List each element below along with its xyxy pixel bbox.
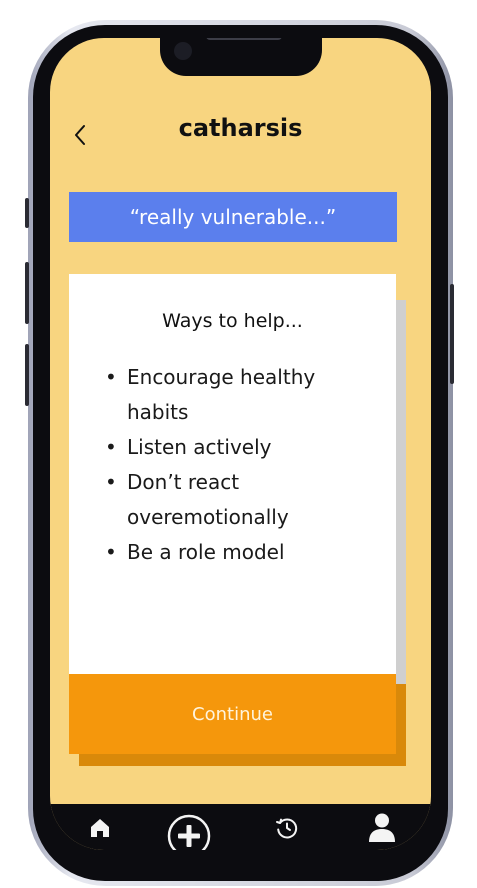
volume-up-button xyxy=(25,262,29,324)
home-icon[interactable] xyxy=(88,816,112,840)
profile-icon[interactable] xyxy=(368,812,396,842)
history-icon[interactable] xyxy=(275,816,299,840)
silent-switch xyxy=(25,198,29,228)
add-icon[interactable] xyxy=(167,814,211,850)
power-button xyxy=(450,284,454,384)
nav-bar-bump xyxy=(150,806,266,846)
volume-down-button xyxy=(25,344,29,406)
app-screen: catharsis “really vulnerable...” Ways to… xyxy=(50,38,431,850)
bottom-nav xyxy=(50,804,431,850)
